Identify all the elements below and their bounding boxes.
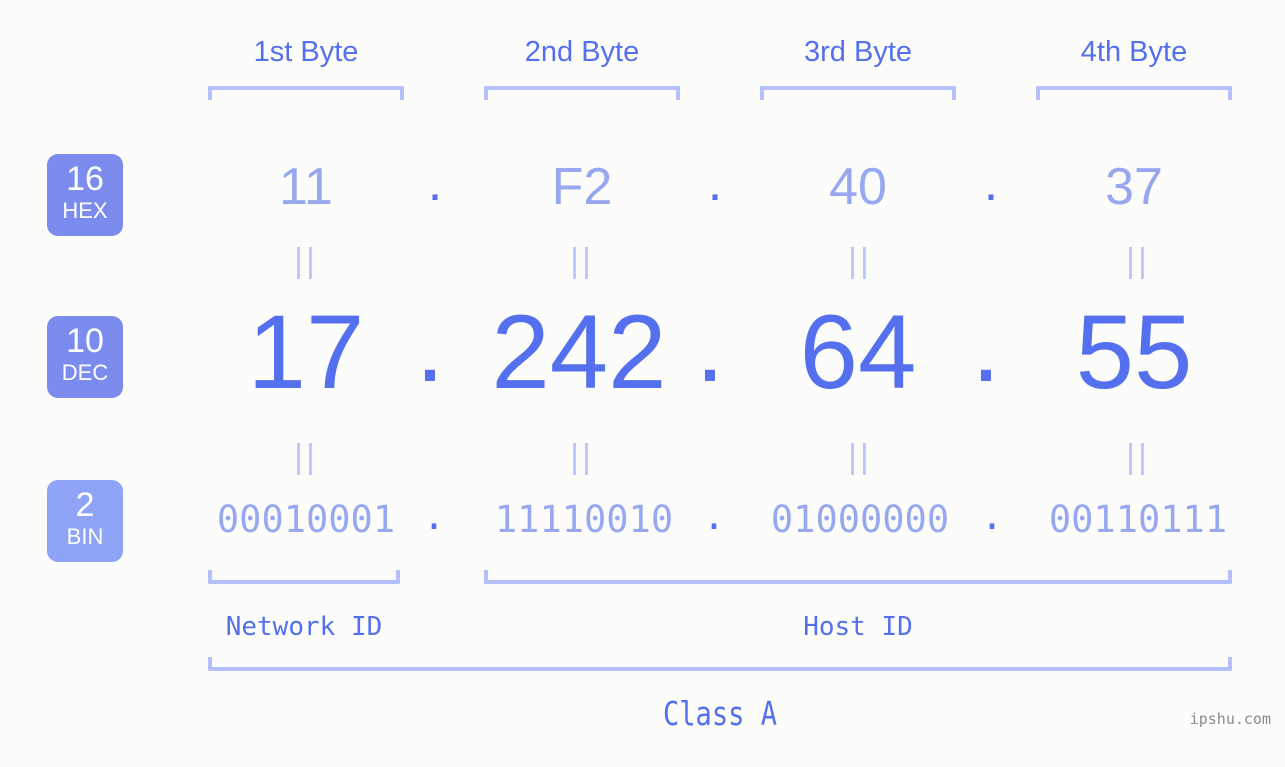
base-badge-dec: 10 DEC xyxy=(47,316,123,398)
byte-bracket-2 xyxy=(484,86,680,100)
base-badge-hex: 16 HEX xyxy=(47,154,123,236)
hex-separator-3: . xyxy=(983,154,999,212)
hex-byte-3: 40 xyxy=(829,158,887,216)
bin-byte-3: 01000000 xyxy=(770,498,950,541)
class-bracket xyxy=(208,657,1232,671)
dec-byte-1: 17 xyxy=(247,294,365,411)
bin-byte-4: 00110111 xyxy=(1048,498,1228,541)
equality-mark-dec-bin-1: || xyxy=(294,438,318,476)
base-badge-bin-name: BIN xyxy=(66,524,104,549)
dec-separator-3: . xyxy=(971,287,1001,404)
hex-separator-1: . xyxy=(427,154,443,212)
bin-byte-2: 11110010 xyxy=(494,498,674,541)
byte-bracket-1 xyxy=(208,86,404,100)
bin-separator-2: . xyxy=(702,495,726,538)
base-badge-bin-number: 2 xyxy=(75,486,95,524)
equality-mark-hex-dec-2: || xyxy=(570,242,594,280)
network-id-label: Network ID xyxy=(225,612,383,642)
dec-byte-4: 55 xyxy=(1075,294,1193,411)
equality-mark-dec-bin-4: || xyxy=(1126,438,1150,476)
class-label: Class A xyxy=(662,694,778,733)
bin-separator-1: . xyxy=(422,495,446,538)
dec-byte-3: 64 xyxy=(799,294,917,411)
hex-separator-2: . xyxy=(707,154,723,212)
equality-mark-hex-dec-3: || xyxy=(848,242,872,280)
base-badge-bin: 2 BIN xyxy=(47,480,123,562)
bin-byte-1: 00010001 xyxy=(216,498,396,541)
host-id-bracket xyxy=(484,570,1232,584)
site-watermark: ipshu.com xyxy=(1189,710,1271,728)
hex-byte-1: 11 xyxy=(279,158,333,216)
bin-separator-3: . xyxy=(980,495,1004,538)
network-id-bracket xyxy=(208,570,400,584)
dec-byte-2: 242 xyxy=(491,294,667,411)
hex-byte-4: 37 xyxy=(1105,158,1163,216)
equality-mark-dec-bin-3: || xyxy=(848,438,872,476)
ip-address-diagram: 1st Byte 2nd Byte 3rd Byte 4th Byte 16 H… xyxy=(0,0,1285,767)
byte-header-3: 3rd Byte xyxy=(804,36,912,68)
base-badge-hex-name: HEX xyxy=(62,198,108,223)
equality-mark-hex-dec-4: || xyxy=(1126,242,1150,280)
hex-byte-2: F2 xyxy=(551,158,613,216)
base-badge-dec-name: DEC xyxy=(61,360,109,385)
equality-mark-dec-bin-2: || xyxy=(570,438,594,476)
host-id-label: Host ID xyxy=(803,612,913,642)
byte-bracket-3 xyxy=(760,86,956,100)
byte-header-1: 1st Byte xyxy=(253,36,359,68)
byte-header-2: 2nd Byte xyxy=(524,36,640,68)
base-badge-hex-number: 16 xyxy=(66,160,104,198)
dec-separator-2: . xyxy=(695,287,725,404)
byte-bracket-4 xyxy=(1036,86,1232,100)
dec-separator-1: . xyxy=(415,287,445,404)
byte-header-4: 4th Byte xyxy=(1080,36,1188,68)
equality-mark-hex-dec-1: || xyxy=(294,242,318,280)
base-badge-dec-number: 10 xyxy=(66,322,104,360)
